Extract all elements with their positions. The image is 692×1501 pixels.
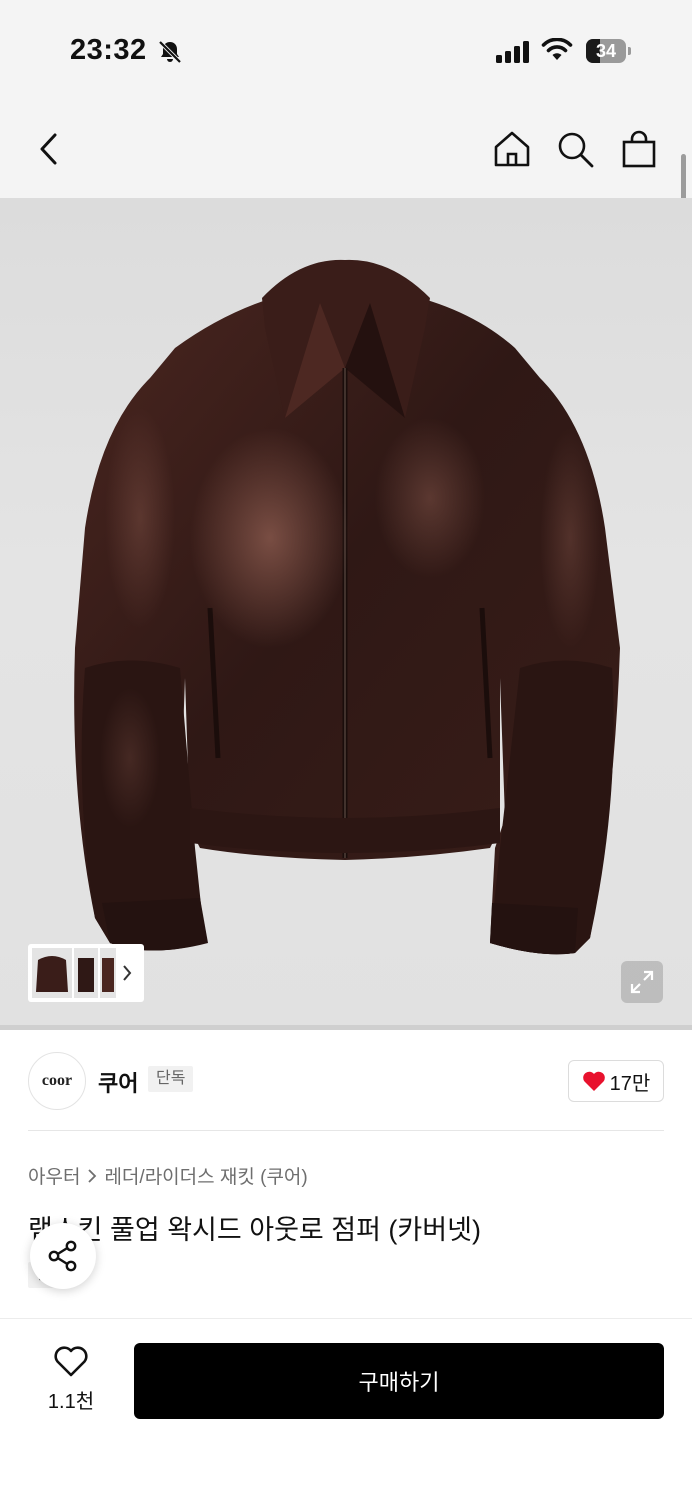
battery-indicator: 34	[586, 39, 632, 63]
chevron-right-icon	[88, 1168, 97, 1183]
thumbnail-strip[interactable]	[28, 944, 144, 1002]
heart-outline-icon	[54, 1346, 88, 1377]
breadcrumb-subcategory[interactable]: 레더/라이더스 재킷 (쿠어)	[104, 1162, 307, 1189]
wifi-icon	[541, 38, 573, 60]
thumbnail-images	[32, 948, 132, 998]
buy-button[interactable]: 구매하기	[134, 1343, 664, 1419]
brand-like-button[interactable]: 17만	[568, 1060, 664, 1102]
chevron-left-icon	[40, 133, 57, 165]
expand-icon	[630, 970, 654, 994]
cart-button[interactable]	[618, 128, 660, 170]
status-time: 23:32	[70, 34, 147, 66]
heart-filled-icon	[582, 1071, 605, 1091]
breadcrumb-category[interactable]: 아우터	[28, 1162, 80, 1189]
product-image-carousel[interactable]	[0, 198, 692, 1030]
share-icon	[48, 1240, 77, 1272]
shopping-bag-icon	[622, 130, 656, 168]
bell-muted-icon	[158, 40, 182, 64]
brand-logo[interactable]: coor	[28, 1052, 86, 1110]
search-icon	[558, 132, 594, 168]
brand-like-count: 17만	[609, 1072, 651, 1095]
signal-icon	[496, 41, 529, 63]
wishlist-count: 1.1천	[47, 1391, 95, 1413]
search-button[interactable]	[554, 128, 596, 170]
wishlist-button[interactable]: 1.1천	[36, 1343, 106, 1415]
expand-image-button[interactable]	[621, 961, 663, 1003]
exclusive-badge: 단독	[148, 1066, 194, 1092]
product-title: 램스킨 풀업 왁시드 아웃로 점퍼 (카버넷)	[28, 1215, 481, 1245]
status-bar: 23:32 34	[0, 0, 692, 100]
top-nav-bar	[0, 100, 692, 198]
bottom-action-bar: 1.1천 구매하기	[0, 1318, 692, 1501]
share-button[interactable]	[30, 1223, 96, 1289]
brand-row: coor 쿠어 단독 17만	[0, 1030, 692, 1130]
battery-percent: 34	[595, 41, 617, 61]
home-button[interactable]	[491, 128, 533, 170]
brand-name[interactable]: 쿠어	[98, 1066, 138, 1098]
home-icon	[494, 131, 530, 167]
back-button[interactable]	[28, 128, 70, 170]
divider	[28, 1130, 664, 1131]
jacket-image	[74, 259, 620, 955]
breadcrumb: 아우터 레더/라이더스 재킷 (쿠어)	[28, 1162, 308, 1189]
